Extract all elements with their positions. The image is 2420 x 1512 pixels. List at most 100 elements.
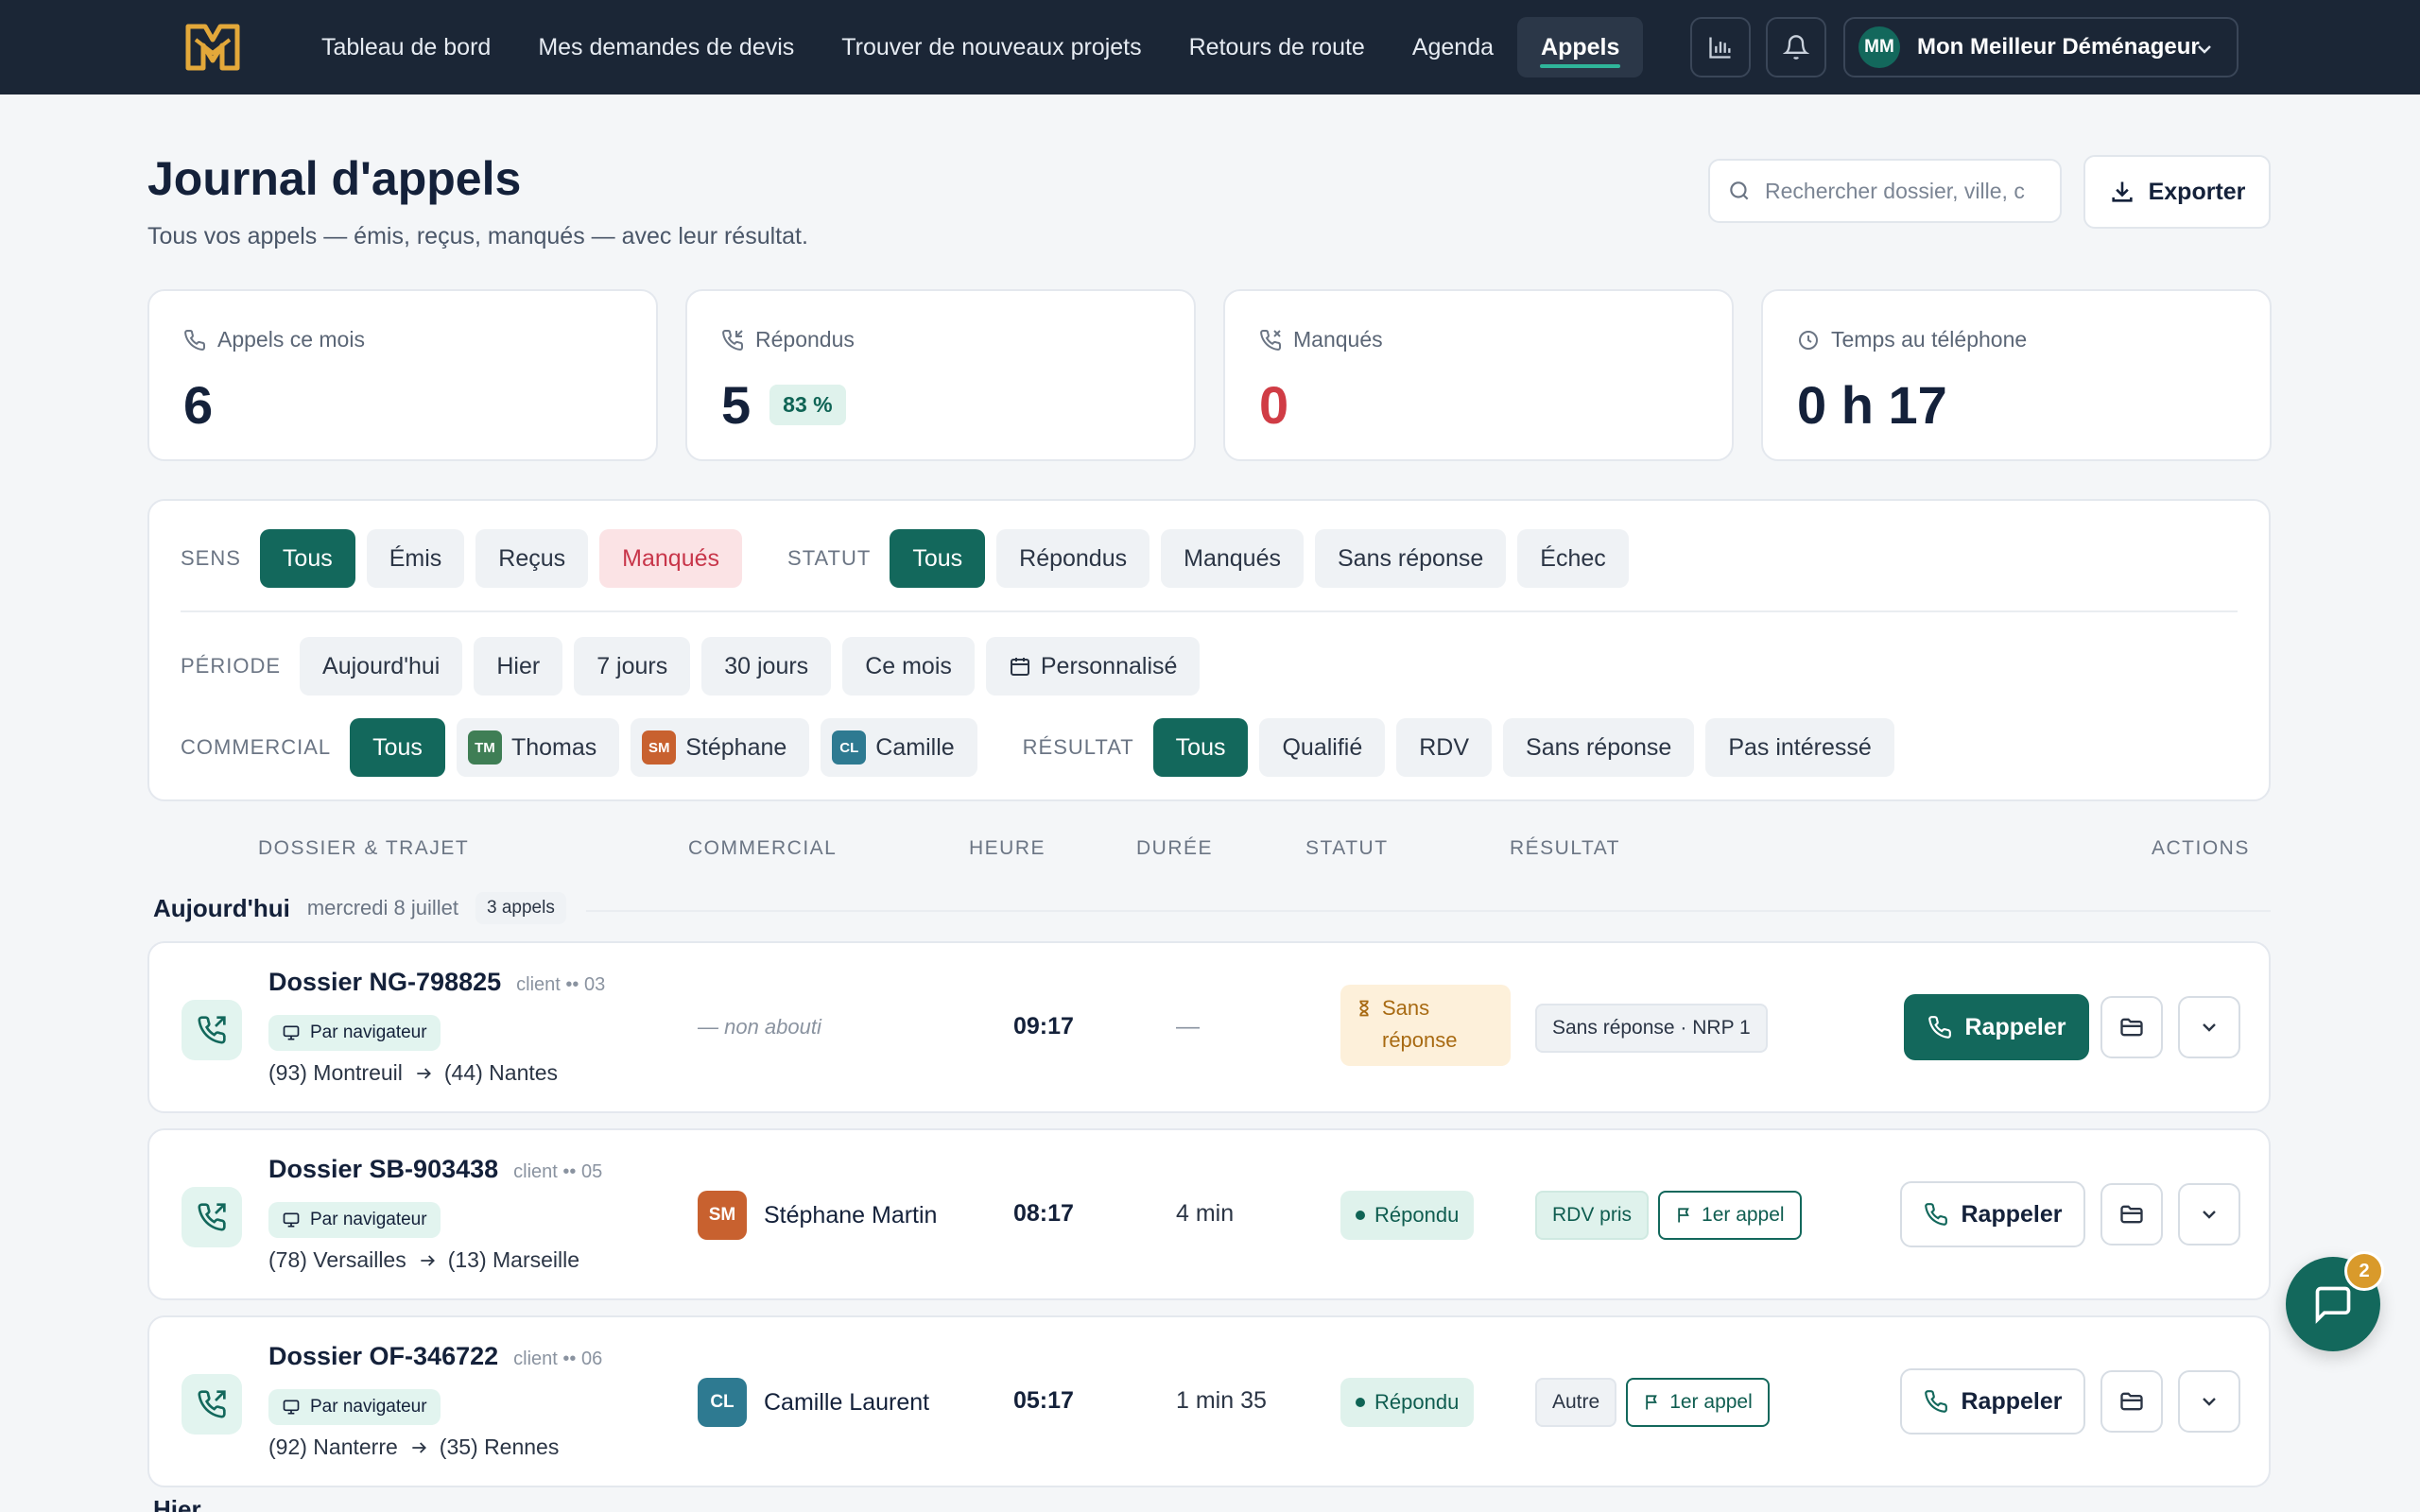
open-folder-button[interactable] — [2100, 1370, 2163, 1433]
call-duration: 4 min — [1176, 1200, 1235, 1227]
group-header-today: Aujourd'hui mercredi 8 juillet 3 appels — [153, 892, 566, 924]
result-tag-first-call: 1er appel — [1658, 1191, 1802, 1240]
dossier-client: client •• 03 — [516, 974, 606, 995]
nav-item-mes-demandes-de-devis[interactable]: Mes demandes de devis — [514, 17, 818, 77]
avatar: CL — [698, 1378, 747, 1427]
filter-sens-manques[interactable]: Manqués — [599, 529, 743, 588]
stat-label: Manqués — [1293, 327, 1383, 352]
source-badge: Par navigateur — [268, 1015, 441, 1051]
arrow-right-icon — [412, 1441, 426, 1453]
page-subtitle: Tous vos appels — émis, reçus, manqués —… — [147, 223, 808, 249]
result-tag: RDV pris — [1535, 1191, 1650, 1240]
group-title: Aujourd'hui — [153, 893, 290, 922]
rappeler-label: Rappeler — [1961, 1200, 2063, 1228]
filter-sens-recus[interactable]: Reçus — [475, 529, 589, 588]
page-title: Journal d'appels — [147, 152, 522, 205]
top-navigation-bar: Tableau de bord Mes demandes de devis Tr… — [0, 0, 2420, 94]
route-from: (92) Nanterre — [268, 1435, 398, 1459]
expand-row-button[interactable] — [2178, 1370, 2240, 1433]
filter-statut-sans-reponse[interactable]: Sans réponse — [1314, 529, 1507, 588]
filter-resultat-sans-reponse[interactable]: Sans réponse — [1503, 718, 1695, 777]
dossier-title[interactable]: Dossier SB-903438 — [268, 1155, 498, 1184]
rappeler-button[interactable]: Rappeler — [1900, 1368, 2085, 1435]
filter-periode-ce-mois[interactable]: Ce mois — [842, 637, 975, 696]
expand-row-button[interactable] — [2178, 996, 2240, 1058]
commercial-name: — non abouti — [698, 1015, 821, 1039]
filters-panel: SENS Tous Émis Reçus Manqués STATUT Tous… — [147, 499, 2271, 801]
phone-icon — [1924, 1390, 1947, 1413]
search-icon — [1730, 181, 1749, 200]
nav-item-tableau-de-bord[interactable]: Tableau de bord — [298, 17, 514, 77]
export-button[interactable]: Exporter — [2083, 155, 2271, 229]
table-row[interactable]: Dossier NG-798825 client •• 03 Par navig… — [147, 941, 2271, 1113]
dossier-title[interactable]: Dossier OF-346722 — [268, 1342, 498, 1371]
group-date: mercredi 8 juillet — [306, 896, 458, 919]
stats-button[interactable] — [1690, 17, 1751, 77]
filter-label-periode: PÉRIODE — [181, 654, 282, 678]
call-duration: — — [1176, 1013, 1200, 1040]
route: (78) Versailles (13) Marseille — [268, 1247, 579, 1273]
stat-label: Temps au téléphone — [1831, 327, 2028, 352]
stat-card-answered: Répondus 5 83 % — [685, 289, 1196, 461]
chevron-down-icon — [2203, 1398, 2216, 1406]
table-row[interactable]: Dossier OF-346722 client •• 06 Par navig… — [147, 1315, 2271, 1487]
stat-card-missed: Manqués 0 — [1223, 289, 1734, 461]
filter-statut-repondus[interactable]: Répondus — [996, 529, 1150, 588]
user-menu-button[interactable]: MM Mon Meilleur Déménageur — [1843, 17, 2238, 77]
search-field[interactable] — [1708, 159, 2062, 223]
rappeler-button[interactable]: Rappeler — [1904, 994, 2089, 1060]
status-badge: Répondu — [1340, 1191, 1475, 1240]
search-input[interactable] — [1765, 178, 2048, 204]
filter-commercial-camille[interactable]: CL Camille — [821, 718, 977, 777]
filter-commercial-stephane[interactable]: SM Stéphane — [631, 718, 810, 777]
open-folder-button[interactable] — [2100, 1183, 2163, 1246]
dossier-title[interactable]: Dossier NG-798825 — [268, 968, 501, 997]
nav-item-trouver-nouveaux-projets[interactable]: Trouver de nouveaux projets — [818, 17, 1165, 77]
logo-icon[interactable] — [184, 21, 241, 74]
arrow-right-icon — [417, 1067, 431, 1079]
avatar: SM — [642, 730, 677, 765]
filter-commercial-tous[interactable]: Tous — [350, 718, 445, 777]
phone-icon — [184, 329, 206, 351]
rappeler-button[interactable]: Rappeler — [1900, 1181, 2085, 1247]
filter-periode-7-jours[interactable]: 7 jours — [574, 637, 691, 696]
nav-item-retours-de-route[interactable]: Retours de route — [1166, 17, 1389, 77]
chat-icon — [2315, 1286, 2351, 1324]
stat-card-calls-this-month: Appels ce mois 6 — [147, 289, 658, 461]
main-nav: Tableau de bord Mes demandes de devis Tr… — [298, 0, 1644, 94]
filter-sens-tous[interactable]: Tous — [259, 529, 355, 588]
dossier-client: client •• 06 — [513, 1349, 603, 1369]
column-header-dossier: DOSSIER & TRAJET — [258, 837, 470, 859]
source-label: Par navigateur — [310, 1022, 427, 1042]
filter-commercial-thomas[interactable]: TM Thomas — [456, 718, 620, 777]
filter-statut-tous[interactable]: Tous — [890, 529, 986, 588]
route-from: (93) Montreuil — [268, 1060, 403, 1085]
stat-card-phone-time: Temps au téléphone 0 h 17 — [1761, 289, 2272, 461]
filter-periode-hier[interactable]: Hier — [474, 637, 563, 696]
filter-statut-manques[interactable]: Manqués — [1161, 529, 1304, 588]
column-header-actions: ACTIONS — [2152, 837, 2250, 859]
folder-icon — [2120, 1205, 2143, 1224]
filter-sens-emis[interactable]: Émis — [366, 529, 465, 588]
table-row[interactable]: Dossier SB-903438 client •• 05 Par navig… — [147, 1128, 2271, 1300]
filter-periode-aujourdhui[interactable]: Aujourd'hui — [300, 637, 463, 696]
filter-resultat-tous[interactable]: Tous — [1152, 718, 1249, 777]
filter-resultat-qualifie[interactable]: Qualifié — [1259, 718, 1386, 777]
nav-item-appels[interactable]: Appels — [1517, 17, 1644, 77]
chat-unread-badge: 2 — [2344, 1251, 2384, 1291]
phone-missed-icon — [1260, 329, 1282, 351]
filter-resultat-rdv[interactable]: RDV — [1396, 718, 1493, 777]
expand-row-button[interactable] — [2178, 1183, 2240, 1246]
filter-commercial-label: Camille — [875, 733, 955, 761]
filter-label-personnalise: Personnalisé — [1040, 652, 1178, 679]
calendar-icon — [1010, 658, 1029, 676]
route: (93) Montreuil (44) Nantes — [268, 1060, 558, 1086]
notifications-button[interactable] — [1766, 17, 1826, 77]
filter-periode-personnalise[interactable]: Personnalisé — [985, 637, 1201, 696]
nav-item-agenda[interactable]: Agenda — [1389, 17, 1517, 77]
open-folder-button[interactable] — [2100, 996, 2163, 1058]
filter-resultat-pas-interesse[interactable]: Pas intéressé — [1705, 718, 1894, 777]
chat-button[interactable]: 2 — [2286, 1251, 2384, 1351]
filter-statut-echec[interactable]: Échec — [1517, 529, 1629, 588]
filter-periode-30-jours[interactable]: 30 jours — [701, 637, 832, 696]
